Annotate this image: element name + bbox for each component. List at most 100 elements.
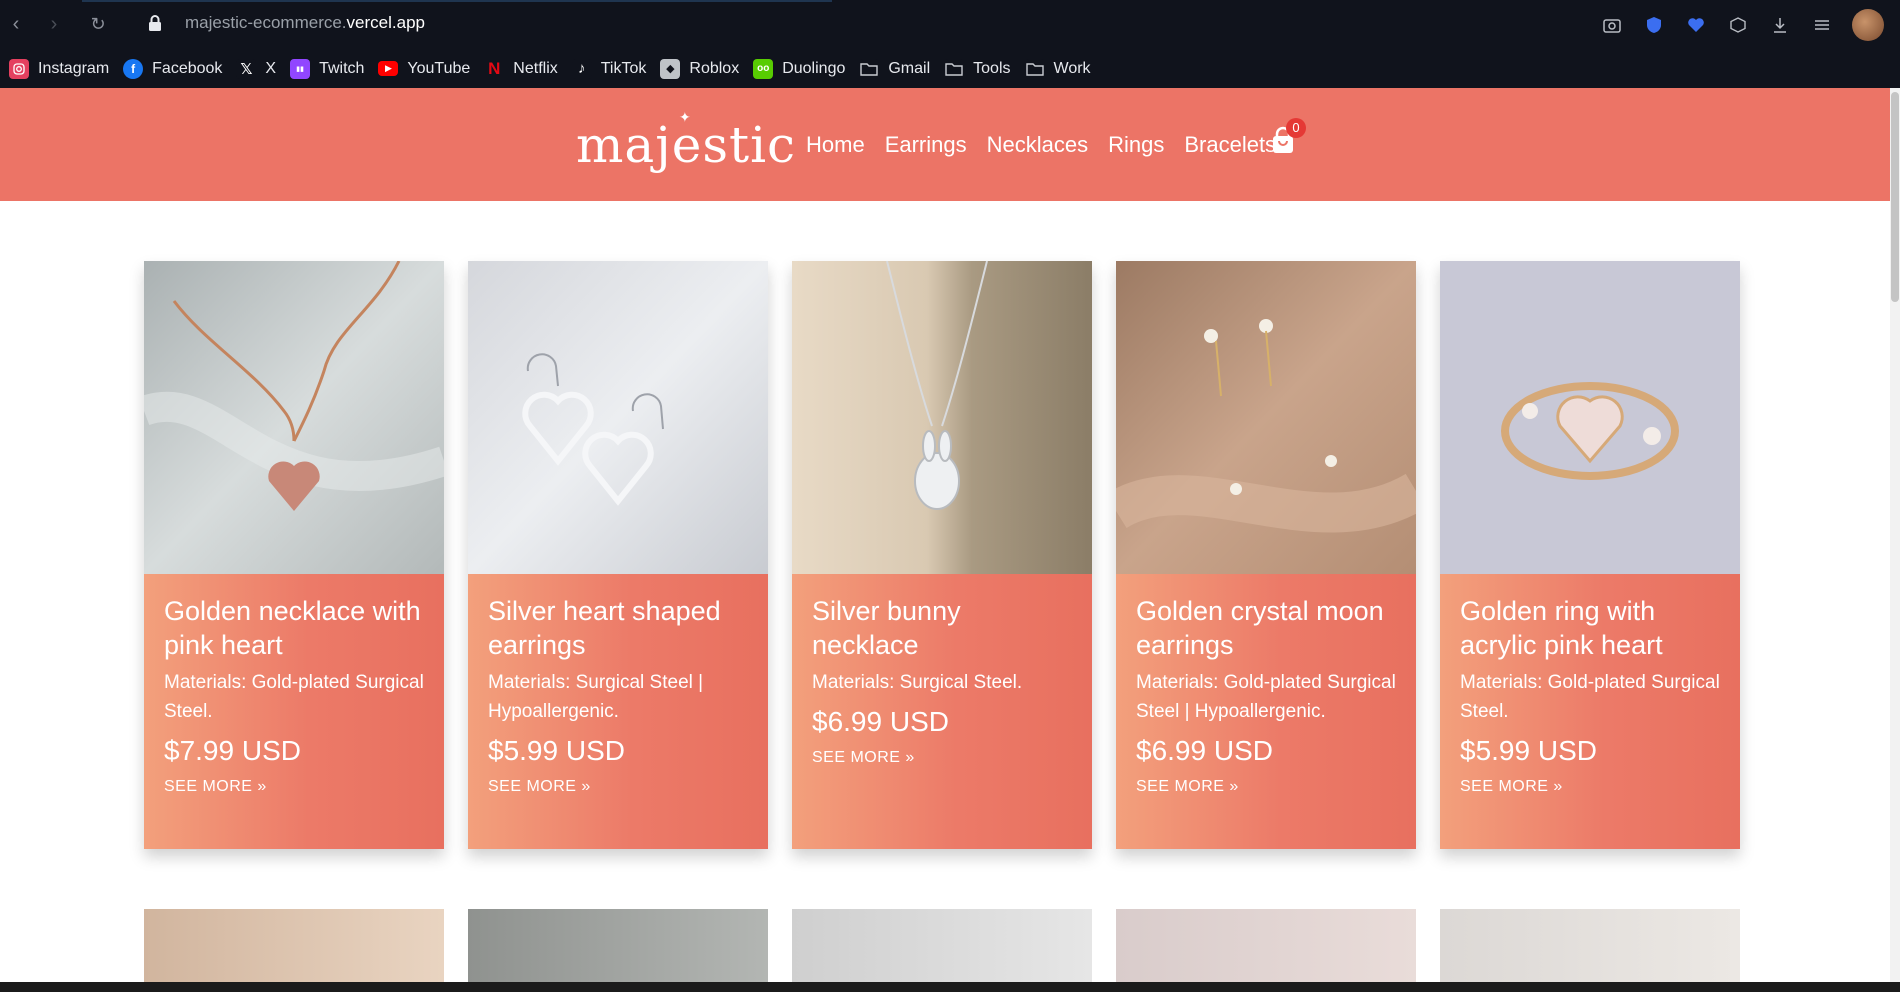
tiktok-icon: ♪ [571, 58, 592, 79]
product-image[interactable] [1440, 909, 1740, 992]
bookmark-label: Twitch [319, 59, 365, 77]
product-grid: Golden necklace with pink heart Material… [144, 261, 1740, 849]
product-materials: Materials: Surgical Steel | Hypoallergen… [488, 672, 704, 722]
settings-sliders-icon[interactable] [1810, 13, 1834, 37]
bookmark-label: TikTok [600, 59, 647, 77]
bookmark-label: Gmail [888, 59, 931, 77]
youtube-icon: ▶ [378, 61, 399, 76]
product-materials: Materials: Surgical Steel. [812, 672, 1023, 693]
product-grid-row-2 [144, 909, 1740, 992]
product-image[interactable] [144, 261, 444, 574]
bookmark-label: Tools [973, 59, 1011, 77]
product-price: $6.99 USD [812, 706, 949, 737]
product-image[interactable] [468, 261, 768, 574]
folder-icon [1024, 58, 1045, 79]
product-card[interactable]: Golden crystal moon earrings Materials: … [1116, 261, 1416, 849]
product-materials: Materials: Gold-plated Surgical Steel | … [1136, 672, 1396, 722]
x-icon: 𝕏 [236, 58, 257, 79]
extensions-icon[interactable] [1726, 13, 1750, 37]
product-title: Golden ring with acrylic pink heart [1460, 596, 1663, 660]
see-more-link[interactable]: SEE MORE » [488, 778, 748, 796]
product-price: $5.99 USD [1460, 735, 1597, 766]
nav-bracelets[interactable]: Bracelets [1184, 132, 1276, 158]
product-card[interactable]: Silver bunny necklace Materials: Surgica… [792, 261, 1092, 849]
bookmark-label: Facebook [152, 59, 223, 77]
forward-icon[interactable]: › [42, 12, 66, 36]
address-bar[interactable]: majestic-ecommerce.vercel.app [185, 13, 425, 33]
folder-icon [944, 58, 965, 79]
product-image[interactable] [792, 909, 1092, 992]
product-image[interactable] [144, 909, 444, 992]
duolingo-icon: oo [753, 58, 774, 79]
bookmarks-bar: Instagram f Facebook 𝕏 X ▮▮ Twitch ▶ YouTube N Net… [0, 49, 1900, 88]
product-price: $5.99 USD [488, 735, 625, 766]
browser-toolbar: ‹ › ↻ majestic-ecommerce.vercel.app [0, 0, 1900, 49]
nav-earrings[interactable]: Earrings [885, 132, 967, 158]
roblox-icon: ◆ [660, 58, 681, 79]
sparkle-icon: ✦ [679, 110, 692, 126]
url-domain: majestic-ecommerce. [185, 13, 347, 32]
product-price: $6.99 USD [1136, 735, 1273, 766]
bookmark-label: X [265, 59, 277, 77]
bookmark-instagram[interactable]: Instagram [9, 58, 110, 79]
bookmark-roblox[interactable]: ◆ Roblox [660, 58, 740, 79]
reload-icon[interactable]: ↻ [86, 12, 110, 36]
bookmark-x[interactable]: 𝕏X [236, 58, 277, 79]
main-nav: Home Earrings Necklaces Rings Bracelets [806, 132, 1276, 158]
see-more-link[interactable]: SEE MORE » [812, 749, 1072, 767]
product-price: $7.99 USD [164, 735, 301, 766]
product-title: Golden crystal moon earrings [1136, 596, 1384, 660]
shield-icon[interactable] [1642, 13, 1666, 37]
bookmark-gmail[interactable]: Gmail [859, 58, 931, 79]
product-image[interactable] [1440, 261, 1740, 574]
bookmark-tiktok[interactable]: ♪ TikTok [571, 58, 647, 79]
product-image[interactable] [1116, 909, 1416, 992]
product-image[interactable] [792, 261, 1092, 574]
product-card[interactable]: Silver heart shaped earrings Materials: … [468, 261, 768, 849]
netflix-icon: N [488, 58, 501, 78]
nav-necklaces[interactable]: Necklaces [987, 132, 1088, 158]
download-icon[interactable] [1768, 13, 1792, 37]
bookmark-facebook[interactable]: f Facebook [123, 58, 223, 79]
see-more-link[interactable]: SEE MORE » [1136, 778, 1396, 796]
see-more-link[interactable]: SEE MORE » [164, 778, 424, 796]
bookmark-tools[interactable]: Tools [944, 58, 1011, 79]
bookmark-label: Work [1053, 59, 1091, 77]
bookmark-label: YouTube [407, 59, 471, 77]
bookmark-youtube[interactable]: ▶ YouTube [378, 60, 470, 78]
nav-rings[interactable]: Rings [1108, 132, 1164, 158]
site-header: majestic ✦ Home Earrings Necklaces Rings … [0, 88, 1890, 201]
product-image[interactable] [1116, 261, 1416, 574]
product-title: Silver bunny necklace [812, 596, 961, 660]
url-tld: vercel.app [346, 13, 425, 32]
bookmark-netflix[interactable]: N Netflix [484, 58, 558, 79]
product-image[interactable] [468, 909, 768, 992]
loading-indicator [82, 0, 832, 2]
facebook-icon: f [123, 58, 144, 79]
scrollbar-thumb[interactable] [1891, 92, 1899, 302]
product-materials: Materials: Gold-plated Surgical Steel. [164, 672, 424, 722]
bookmark-duolingo[interactable]: oo Duolingo [753, 58, 846, 79]
product-materials: Materials: Gold-plated Surgical Steel. [1460, 672, 1720, 722]
bookmark-label: Instagram [38, 59, 110, 77]
product-title: Golden necklace with pink heart [164, 596, 421, 660]
bookmark-label: Roblox [689, 59, 740, 77]
lock-icon [149, 15, 161, 31]
product-card[interactable]: Golden ring with acrylic pink heart Mate… [1440, 261, 1740, 849]
see-more-link[interactable]: SEE MORE » [1460, 778, 1720, 796]
bookmark-work[interactable]: Work [1024, 58, 1091, 79]
instagram-icon [9, 58, 29, 79]
back-icon[interactable]: ‹ [4, 12, 28, 36]
screenshot-icon[interactable] [1600, 13, 1624, 37]
bookmark-label: Netflix [513, 59, 558, 77]
bookmark-label: Duolingo [782, 59, 846, 77]
profile-avatar[interactable] [1852, 8, 1884, 41]
bookmark-twitch[interactable]: ▮▮ Twitch [290, 58, 365, 79]
product-card[interactable]: Golden necklace with pink heart Material… [144, 261, 444, 849]
folder-icon [859, 58, 880, 79]
nav-home[interactable]: Home [806, 132, 865, 158]
heart-extension-icon[interactable] [1684, 13, 1708, 37]
site-logo[interactable]: majestic ✦ [576, 110, 796, 174]
taskbar-edge [0, 982, 1900, 992]
cart-count-badge: 0 [1286, 118, 1306, 138]
